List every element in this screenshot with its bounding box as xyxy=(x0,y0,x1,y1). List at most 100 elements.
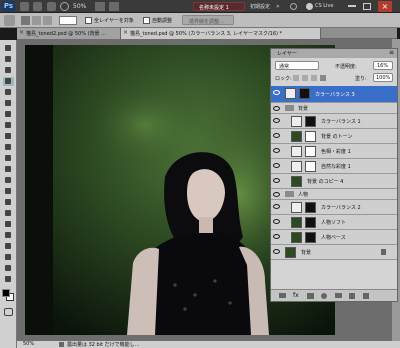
move-tool-icon[interactable] xyxy=(3,44,14,53)
clone-stamp-icon[interactable] xyxy=(3,132,14,141)
workspace-button[interactable]: 名称未設定 1 xyxy=(193,2,245,11)
add-selection-icon[interactable] xyxy=(32,16,41,25)
visibility-eye-icon[interactable] xyxy=(273,90,280,95)
minimize-icon[interactable] xyxy=(348,5,356,7)
blur-tool-icon[interactable] xyxy=(3,176,14,185)
refine-edge-button[interactable]: 境界線を調整... xyxy=(182,15,234,25)
shape-tool-icon[interactable] xyxy=(3,231,14,240)
layer-row[interactable]: カラーバランス 2 xyxy=(271,200,397,215)
quick-selection-tool-icon[interactable] xyxy=(3,77,14,86)
bridge-icon[interactable] xyxy=(20,2,29,11)
lasso-tool-icon[interactable] xyxy=(3,66,14,75)
visibility-eye-icon[interactable] xyxy=(273,178,280,183)
healing-brush-icon[interactable] xyxy=(3,110,14,119)
lock-all-icon[interactable] xyxy=(320,75,326,81)
workspace-initial[interactable]: 初期設定 xyxy=(250,3,270,10)
hand-icon[interactable] xyxy=(47,2,56,11)
layer-row[interactable]: カラーバランス 1 xyxy=(271,114,397,129)
zoom-icon[interactable] xyxy=(60,2,69,11)
layer-group-row[interactable]: 人物 xyxy=(271,189,397,200)
foreground-color-swatch[interactable] xyxy=(2,289,10,297)
layer-mask-thumbnail[interactable] xyxy=(299,88,310,99)
visibility-eye-icon[interactable] xyxy=(273,133,280,138)
gradient-tool-icon[interactable] xyxy=(3,165,14,174)
all-layers-checkbox[interactable] xyxy=(85,17,92,24)
eraser-tool-icon[interactable] xyxy=(3,154,14,163)
layer-mask-thumbnail[interactable] xyxy=(305,232,316,243)
maximize-icon[interactable] xyxy=(363,3,371,10)
history-brush-icon[interactable] xyxy=(3,143,14,152)
layer-row[interactable]: 自然な彩度 1 xyxy=(271,159,397,174)
eyedropper-tool-icon[interactable] xyxy=(3,99,14,108)
lock-pixels-icon[interactable] xyxy=(302,75,308,81)
tab-document-1[interactable]: × 猫島_toned2.psd @ 50% (背景 ... xyxy=(17,28,121,39)
layer-row[interactable]: 背景 のコピー 4 xyxy=(271,174,397,189)
lock-position-icon[interactable] xyxy=(311,75,317,81)
visibility-eye-icon[interactable] xyxy=(273,249,280,254)
3d-rotate-icon[interactable] xyxy=(3,242,14,251)
layer-row[interactable]: 人物ソフト xyxy=(271,215,397,230)
layer-mask-thumbnail[interactable] xyxy=(305,161,316,172)
fx-icon[interactable]: fx xyxy=(293,292,299,299)
layer-mask-thumbnail[interactable] xyxy=(305,116,316,127)
layer-row[interactable]: 背景 xyxy=(271,245,397,260)
3d-orbit-icon[interactable] xyxy=(3,253,14,262)
dodge-tool-icon[interactable] xyxy=(3,187,14,196)
visibility-eye-icon[interactable] xyxy=(273,106,280,111)
layer-group-row[interactable]: 背景 xyxy=(271,103,397,114)
cs-live-icon[interactable] xyxy=(306,3,313,10)
chevron-right-icon[interactable]: » xyxy=(276,3,282,10)
layer-mask-thumbnail[interactable] xyxy=(305,202,316,213)
layer-mask-thumbnail[interactable] xyxy=(305,217,316,228)
panel-menu-icon[interactable]: ≡ xyxy=(389,49,394,56)
marquee-tool-icon[interactable] xyxy=(3,55,14,64)
close-icon[interactable]: × xyxy=(378,1,392,12)
status-zoom[interactable]: 50% xyxy=(23,341,34,347)
opacity-field[interactable]: 16% xyxy=(373,61,393,70)
tab-close-icon[interactable]: × xyxy=(19,29,24,36)
brush-size-picker[interactable] xyxy=(59,16,77,25)
layer-row[interactable]: カラーバランス 3 xyxy=(271,86,397,103)
new-selection-icon[interactable] xyxy=(21,16,30,25)
visibility-eye-icon[interactable] xyxy=(273,118,280,123)
visibility-eye-icon[interactable] xyxy=(273,204,280,209)
layer-row[interactable]: 背景 のトーン xyxy=(271,129,397,144)
tab-close-icon[interactable]: × xyxy=(123,29,128,36)
visibility-eye-icon[interactable] xyxy=(273,234,280,239)
layer-row[interactable]: 色相・彩度 1 xyxy=(271,144,397,159)
blend-mode-select[interactable]: 通常 xyxy=(275,61,319,70)
cs-live-label[interactable]: CS Live xyxy=(315,3,333,9)
hand-tool-icon[interactable] xyxy=(3,264,14,273)
type-tool-icon[interactable] xyxy=(3,209,14,218)
minibridge-icon[interactable] xyxy=(33,2,42,11)
new-layer-icon[interactable] xyxy=(349,293,355,299)
visibility-eye-icon[interactable] xyxy=(273,219,280,224)
screen-mode-icon[interactable] xyxy=(109,2,119,11)
layer-row[interactable]: 人物ベース xyxy=(271,230,397,245)
crop-tool-icon[interactable] xyxy=(3,88,14,97)
fill-field[interactable]: 100% xyxy=(373,73,393,82)
add-mask-icon[interactable] xyxy=(307,293,314,299)
visibility-eye-icon[interactable] xyxy=(273,148,280,153)
visibility-eye-icon[interactable] xyxy=(273,192,280,197)
link-layers-icon[interactable] xyxy=(279,293,286,298)
path-selection-icon[interactable] xyxy=(3,220,14,229)
search-icon[interactable] xyxy=(290,3,297,10)
tab-document-2[interactable]: × 猫島_toned.psd @ 50% (カラーバランス 3, レイヤーマスク… xyxy=(121,28,321,39)
zoom-level[interactable]: 50% xyxy=(73,3,86,10)
layers-panel-title[interactable]: レイヤー xyxy=(277,50,297,57)
info-icon[interactable] xyxy=(59,342,64,347)
new-adjustment-icon[interactable] xyxy=(321,293,327,299)
zoom-tool-icon[interactable] xyxy=(3,275,14,284)
visibility-eye-icon[interactable] xyxy=(273,163,280,168)
trash-icon[interactable] xyxy=(363,293,369,299)
arrange-icon[interactable] xyxy=(95,2,105,11)
quick-selection-tool-icon[interactable] xyxy=(4,15,15,26)
layer-mask-thumbnail[interactable] xyxy=(305,131,316,142)
brush-tool-icon[interactable] xyxy=(3,121,14,130)
auto-adjust-checkbox[interactable] xyxy=(143,17,150,24)
layer-mask-thumbnail[interactable] xyxy=(305,146,316,157)
quick-mask-icon[interactable] xyxy=(4,308,13,316)
lock-transparency-icon[interactable] xyxy=(293,75,299,81)
subtract-selection-icon[interactable] xyxy=(43,16,52,25)
